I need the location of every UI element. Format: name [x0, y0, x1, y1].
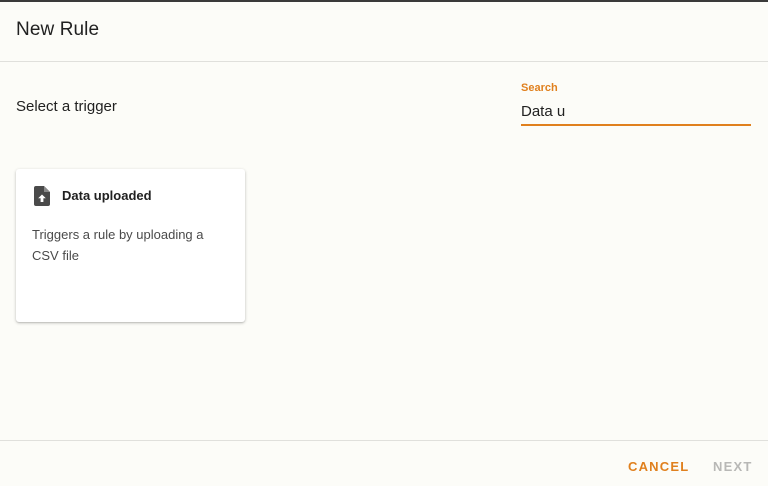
- dialog-footer: CANCEL NEXT: [0, 440, 768, 486]
- trigger-card-title: Data uploaded: [62, 188, 152, 203]
- trigger-card-description: Triggers a rule by uploading a CSV file: [32, 227, 204, 263]
- file-upload-icon: [34, 186, 50, 206]
- search-label: Search: [521, 82, 558, 94]
- cancel-button[interactable]: CANCEL: [628, 459, 689, 474]
- search-field[interactable]: Search: [521, 82, 751, 126]
- next-button[interactable]: NEXT: [713, 459, 752, 474]
- trigger-section-label: Select a trigger: [16, 98, 117, 115]
- dialog-title: New Rule: [16, 19, 100, 40]
- new-rule-dialog: New Rule Select a trigger Search Data up…: [0, 0, 768, 486]
- dialog-header: New Rule: [0, 2, 768, 62]
- trigger-card-data-uploaded[interactable]: Data uploaded Triggers a rule by uploadi…: [16, 169, 245, 322]
- search-underline: [521, 124, 751, 126]
- search-input[interactable]: [521, 99, 751, 123]
